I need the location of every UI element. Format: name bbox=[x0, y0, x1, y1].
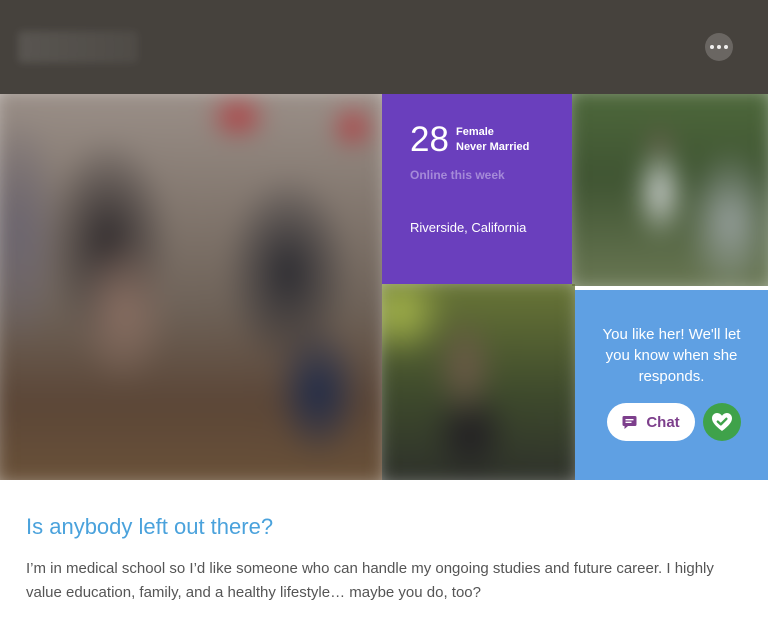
age-value: 28 bbox=[410, 120, 449, 159]
like-confirmation-message: You like her! We'll let you know when sh… bbox=[602, 326, 741, 385]
online-status: Online this week bbox=[410, 168, 505, 182]
more-horizontal-icon bbox=[710, 45, 714, 49]
profile-header bbox=[0, 0, 768, 94]
profile-stats-card: 28 Female Never Married Online this week… bbox=[382, 94, 572, 284]
gender-value: Female bbox=[456, 126, 494, 138]
profile-photo-thumbnail-2[interactable] bbox=[382, 284, 575, 480]
photo-grid: 28 Female Never Married Online this week… bbox=[0, 94, 768, 480]
chat-bubble-icon bbox=[622, 415, 637, 430]
profile-headline: Is anybody left out there? bbox=[26, 514, 274, 539]
profile-bio: I’m in medical school so I’d like someon… bbox=[26, 560, 714, 601]
profile-photo-thumbnail-1[interactable] bbox=[572, 94, 768, 286]
liked-heart-button[interactable] bbox=[703, 403, 741, 441]
blurred-username bbox=[18, 31, 138, 63]
chat-button[interactable]: Chat bbox=[607, 403, 695, 441]
chat-button-label: Chat bbox=[646, 413, 680, 431]
like-confirmation-card: You like her! We'll let you know when sh… bbox=[575, 290, 768, 480]
location-text: Riverside, California bbox=[410, 220, 527, 235]
main-profile-photo[interactable] bbox=[0, 94, 382, 480]
marital-status-value: Never Married bbox=[456, 141, 530, 153]
heart-check-icon bbox=[712, 413, 732, 431]
more-options-button[interactable] bbox=[705, 33, 733, 61]
about-section: Is anybody left out there? I’m in medica… bbox=[26, 480, 746, 605]
